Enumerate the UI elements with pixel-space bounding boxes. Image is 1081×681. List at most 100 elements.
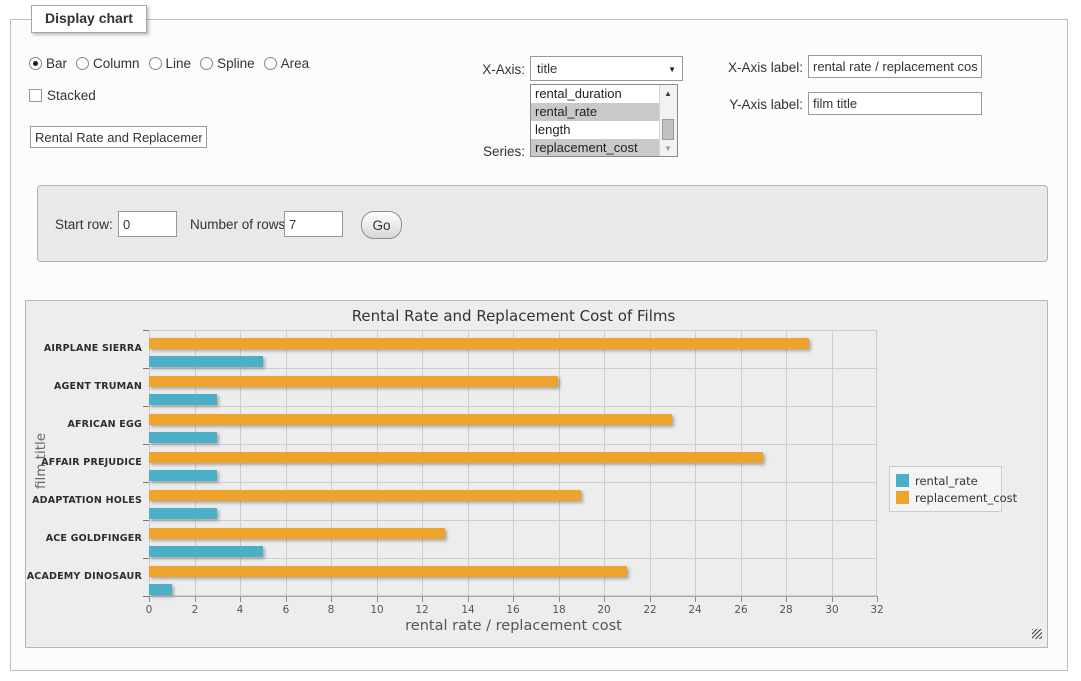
replacement_cost-bar <box>149 528 445 539</box>
y-axis-label-field-label: Y-Axis label: <box>712 97 803 112</box>
gridline <box>149 368 877 369</box>
radio-icon <box>149 57 162 70</box>
replacement_cost-bar <box>149 414 672 425</box>
x-axis-tick <box>468 596 469 602</box>
x-axis-tick-label: 28 <box>771 604 801 616</box>
row-controls-box <box>37 185 1048 262</box>
legend-label: rental_rate <box>915 474 978 488</box>
x-axis-tick <box>513 596 514 602</box>
gridline <box>559 330 560 596</box>
chart-type-radio-line[interactable]: Line <box>149 56 192 71</box>
series-option-rental_rate[interactable]: rental_rate <box>531 103 660 121</box>
rental_rate-bar <box>149 356 263 367</box>
replacement_cost-bar <box>149 376 558 387</box>
x-axis-tick-label: 6 <box>271 604 301 616</box>
gridline <box>832 330 833 596</box>
scroll-down-icon[interactable]: ▼ <box>660 141 676 155</box>
y-axis-label-input[interactable] <box>808 92 982 115</box>
chart-type-radio-bar[interactable]: Bar <box>29 56 67 71</box>
x-axis-tick-label: 8 <box>316 604 346 616</box>
category-label: ACE GOLDFINGER <box>26 533 142 544</box>
series-scrollbar[interactable]: ▲ ▼ <box>659 85 677 156</box>
y-axis-tick <box>143 330 149 331</box>
legend-label: replacement_cost <box>915 491 1017 505</box>
y-axis-tick <box>143 368 149 369</box>
x-axis-tick-label: 32 <box>862 604 892 616</box>
x-axis-selected-value: title <box>537 61 557 76</box>
series-option-length[interactable]: length <box>531 121 660 139</box>
replacement_cost-bar <box>149 452 763 463</box>
gridline <box>876 330 877 596</box>
gridline <box>149 520 877 521</box>
gridline <box>422 330 423 596</box>
x-axis-tick-label: 10 <box>362 604 392 616</box>
x-axis-tick <box>604 596 605 602</box>
chart-type-radio-spline[interactable]: Spline <box>200 56 255 71</box>
series-listbox[interactable]: rental_durationrental_ratelengthreplacem… <box>530 84 678 157</box>
replacement_cost-bar <box>149 490 581 501</box>
gridline <box>149 444 877 445</box>
chart-legend: rental_ratereplacement_cost <box>889 466 1002 512</box>
go-button[interactable]: Go <box>361 211 402 239</box>
number-of-rows-label: Number of rows: <box>190 217 289 232</box>
chart-plot-area <box>149 330 877 596</box>
legend-item-replacement_cost[interactable]: replacement_cost <box>896 489 995 506</box>
stacked-checkbox-row[interactable]: Stacked <box>29 88 96 103</box>
resize-grip-icon[interactable] <box>1032 629 1042 639</box>
chart-title: Rental Rate and Replacement Cost of Film… <box>149 307 878 325</box>
chart-type-radio-column[interactable]: Column <box>76 56 140 71</box>
stacked-checkbox[interactable] <box>29 89 42 102</box>
x-axis-tick-label: 14 <box>453 604 483 616</box>
x-axis-tick-label: 16 <box>498 604 528 616</box>
gridline <box>695 330 696 596</box>
scroll-up-icon[interactable]: ▲ <box>660 86 676 100</box>
x-axis-tick-label: 30 <box>817 604 847 616</box>
gridline <box>377 330 378 596</box>
y-axis-tick <box>143 406 149 407</box>
y-axis-tick <box>143 520 149 521</box>
x-axis-tick-label: 18 <box>544 604 574 616</box>
radio-label: Bar <box>46 56 67 71</box>
y-axis-tick <box>143 482 149 483</box>
x-axis-label-field-label: X-Axis label: <box>712 60 803 75</box>
replacement_cost-bar <box>149 338 809 349</box>
x-axis-label-input[interactable] <box>808 55 982 78</box>
category-label: ACADEMY DINOSAUR <box>26 571 142 582</box>
gridline <box>468 330 469 596</box>
legend-swatch-icon <box>896 491 909 504</box>
scrollbar-thumb[interactable] <box>662 119 674 140</box>
chart-panel: Rental Rate and Replacement Cost of Film… <box>25 300 1048 648</box>
x-axis-tick-label: 4 <box>225 604 255 616</box>
x-axis-tick <box>149 596 150 602</box>
x-axis-tick-label: 2 <box>180 604 210 616</box>
x-axis-tick <box>650 596 651 602</box>
chart-type-radio-group: Bar Column Line Spline Area <box>29 56 309 71</box>
radio-icon <box>200 57 213 70</box>
x-axis-tick <box>422 596 423 602</box>
series-listbox-label: Series: <box>440 144 525 159</box>
legend-item-rental_rate[interactable]: rental_rate <box>896 472 995 489</box>
y-axis-tick <box>143 444 149 445</box>
x-axis-tick-label: 22 <box>635 604 665 616</box>
chart-type-radio-area[interactable]: Area <box>264 56 310 71</box>
rental_rate-bar <box>149 394 217 405</box>
chart-title-input[interactable] <box>30 126 207 148</box>
series-option-replacement_cost[interactable]: replacement_cost <box>531 139 660 156</box>
start-row-label: Start row: <box>55 217 113 232</box>
x-axis-tick <box>695 596 696 602</box>
gridline <box>149 330 877 331</box>
x-axis-select[interactable]: title ▼ <box>530 56 683 81</box>
x-axis-tick <box>877 596 878 602</box>
stacked-label: Stacked <box>47 88 96 103</box>
category-label: AIRPLANE SIERRA <box>26 343 142 354</box>
x-axis-tick <box>559 596 560 602</box>
number-of-rows-input[interactable] <box>284 211 343 237</box>
chevron-down-icon: ▼ <box>668 65 676 74</box>
rental_rate-bar <box>149 546 263 557</box>
x-axis-tick <box>377 596 378 602</box>
rental_rate-bar <box>149 584 172 595</box>
start-row-input[interactable] <box>118 211 177 237</box>
radio-label: Line <box>166 56 192 71</box>
series-option-rental_duration[interactable]: rental_duration <box>531 85 660 103</box>
gridline <box>149 558 877 559</box>
